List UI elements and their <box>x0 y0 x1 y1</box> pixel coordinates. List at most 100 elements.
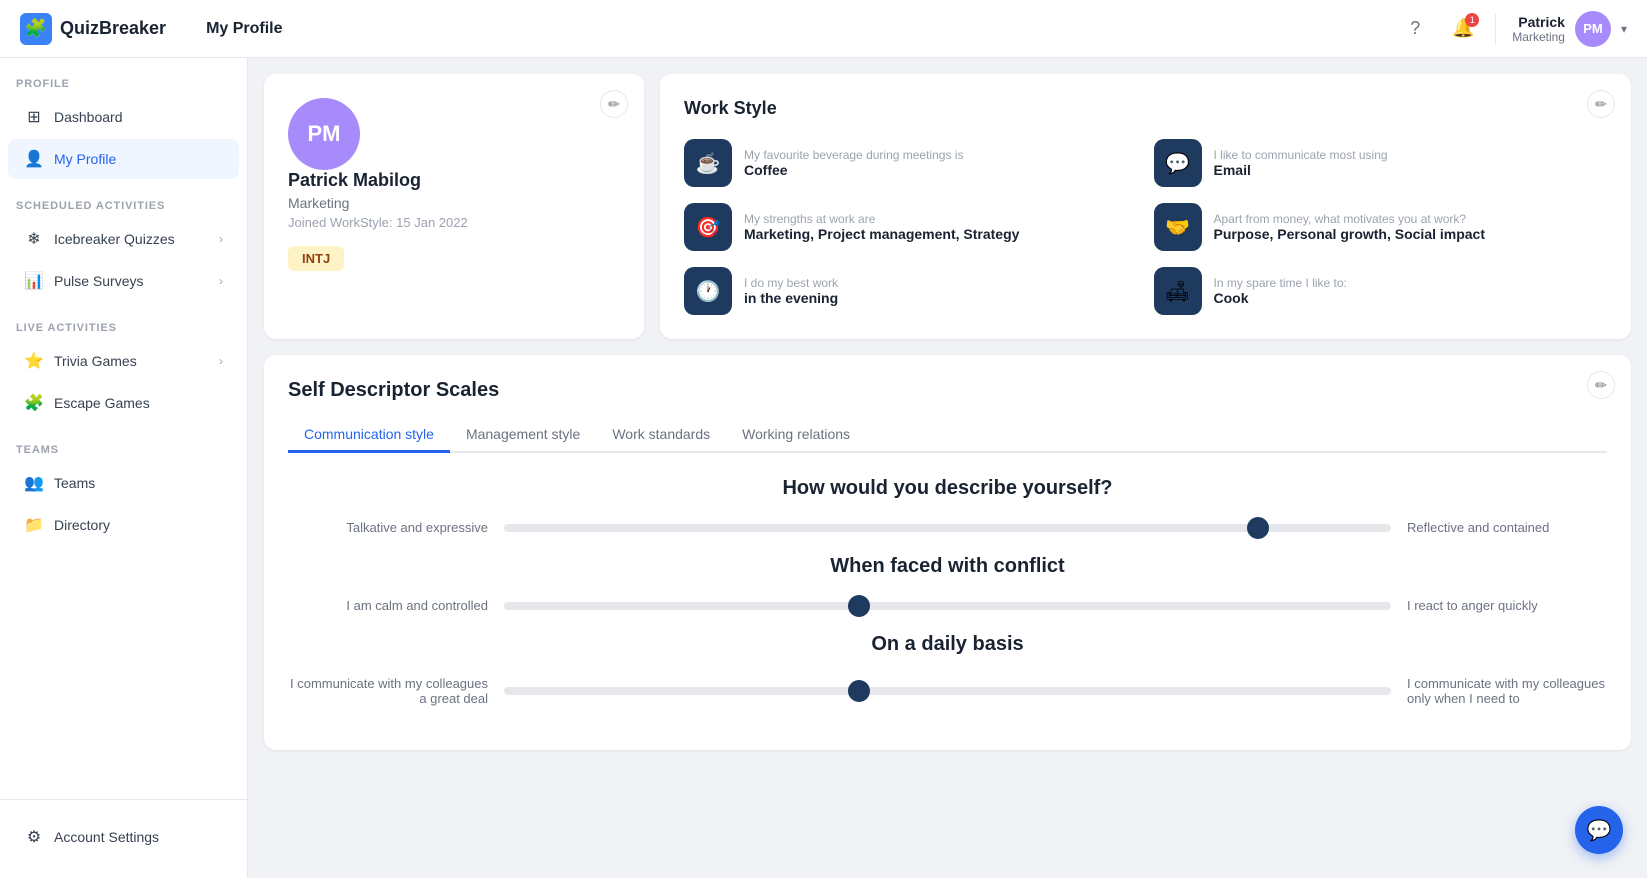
workstyle-grid: ☕ My favourite beverage during meetings … <box>684 139 1607 315</box>
sidebar-item-teams-label: Teams <box>54 475 95 491</box>
scale-right-label-1: I react to anger quickly <box>1407 598 1607 613</box>
workstyle-icon-4: 🕐 <box>684 267 732 315</box>
workstyle-label-4: I do my best work <box>744 276 838 290</box>
chevron-down-icon: ▾ <box>1621 22 1627 36</box>
scale-row-0: Talkative and expressive Reflective and … <box>288 520 1607 535</box>
sidebar-item-directory[interactable]: 📁 Directory <box>8 505 239 545</box>
profile-card: ✏ PM Patrick Mabilog Marketing Joined Wo… <box>264 74 644 339</box>
scale-track-1[interactable] <box>504 602 1391 610</box>
sidebar-item-teams[interactable]: 👥 Teams <box>8 463 239 503</box>
workstyle-icon-0: ☕ <box>684 139 732 187</box>
workstyle-value-4: in the evening <box>744 290 838 306</box>
profile-department: Marketing <box>288 195 620 211</box>
nav-divider <box>1495 14 1496 44</box>
notifications-button[interactable]: 🔔 1 <box>1447 13 1479 45</box>
user-dept: Marketing <box>1512 30 1565 44</box>
descriptor-card: ✏ Self Descriptor Scales Communication s… <box>264 355 1631 750</box>
profile-joined: Joined WorkStyle: 15 Jan 2022 <box>288 215 620 230</box>
dashboard-icon: ⊞ <box>24 107 44 127</box>
scale-row-1: I am calm and controlled I react to ange… <box>288 598 1607 613</box>
topnav-right: ? 🔔 1 Patrick Marketing PM ▾ <box>1399 11 1627 47</box>
sidebar-section-profile: PROFILE <box>0 58 247 96</box>
tab-management-style[interactable]: Management style <box>450 418 596 453</box>
scale-thumb-1[interactable] <box>848 595 870 617</box>
teams-icon: 👥 <box>24 473 44 493</box>
scale-row-2: I communicate with my colleagues a great… <box>288 676 1607 706</box>
sidebar-section-scheduled: SCHEDULED ACTIVITIES <box>0 180 247 218</box>
sidebar-item-escape-label: Escape Games <box>54 395 150 411</box>
directory-icon: 📁 <box>24 515 44 535</box>
workstyle-label-3: Apart from money, what motivates you at … <box>1214 212 1486 226</box>
sidebar-item-pulse[interactable]: 📊 Pulse Surveys › <box>8 261 239 301</box>
scale-track-0[interactable] <box>504 524 1391 532</box>
profile-avatar: PM <box>288 98 360 170</box>
tab-communication-style[interactable]: Communication style <box>288 418 450 453</box>
logo[interactable]: 🧩 QuizBreaker <box>20 13 166 45</box>
scale-thumb-0[interactable] <box>1247 517 1269 539</box>
workstyle-item-3: 🤝 Apart from money, what motivates you a… <box>1154 203 1608 251</box>
workstyle-item-0: ☕ My favourite beverage during meetings … <box>684 139 1138 187</box>
sidebar-item-directory-label: Directory <box>54 517 110 533</box>
chat-button[interactable]: 💬 <box>1575 806 1623 854</box>
sidebar-section-live: LIVE ACTIVITIES <box>0 302 247 340</box>
workstyle-label-2: My strengths at work are <box>744 212 1019 226</box>
sidebar-item-trivia-label: Trivia Games <box>54 353 137 369</box>
user-avatar: PM <box>1575 11 1611 47</box>
tab-work-standards[interactable]: Work standards <box>596 418 726 453</box>
workstyle-label-0: My favourite beverage during meetings is <box>744 148 963 162</box>
layout: PROFILE ⊞ Dashboard 👤 My Profile SCHEDUL… <box>0 58 1647 878</box>
workstyle-value-5: Cook <box>1214 290 1347 306</box>
workstyle-item-2: 🎯 My strengths at work are Marketing, Pr… <box>684 203 1138 251</box>
logo-text: QuizBreaker <box>60 18 166 39</box>
workstyle-title: Work Style <box>684 98 1607 119</box>
top-row: ✏ PM Patrick Mabilog Marketing Joined Wo… <box>264 74 1631 339</box>
workstyle-value-2: Marketing, Project management, Strategy <box>744 226 1019 242</box>
scale-thumb-2[interactable] <box>848 680 870 702</box>
workstyle-item-4: 🕐 I do my best work in the evening <box>684 267 1138 315</box>
workstyle-label-1: I like to communicate most using <box>1214 148 1388 162</box>
tab-working-relations[interactable]: Working relations <box>726 418 866 453</box>
workstyle-item-1: 💬 I like to communicate most using Email <box>1154 139 1608 187</box>
profile-name: Patrick Mabilog <box>288 170 620 191</box>
profile-edit-button[interactable]: ✏ <box>600 90 628 118</box>
sidebar-item-my-profile-label: My Profile <box>54 151 116 167</box>
sidebar-item-icebreaker-label: Icebreaker Quizzes <box>54 231 175 247</box>
sidebar-bottom: ⚙ Account Settings <box>0 799 247 858</box>
trivia-icon: ⭐ <box>24 351 44 371</box>
sidebar-item-account-label: Account Settings <box>54 829 159 845</box>
account-icon: ⚙ <box>24 827 44 847</box>
profile-icon: 👤 <box>24 149 44 169</box>
user-menu[interactable]: Patrick Marketing PM ▾ <box>1512 11 1627 47</box>
descriptor-tabs: Communication style Management style Wor… <box>288 418 1607 453</box>
workstyle-edit-button[interactable]: ✏ <box>1587 90 1615 118</box>
scale-left-label-2: I communicate with my colleagues a great… <box>288 676 488 706</box>
workstyle-value-1: Email <box>1214 162 1388 178</box>
sidebar-item-my-profile[interactable]: 👤 My Profile <box>8 139 239 179</box>
pulse-chevron-icon: › <box>219 274 223 288</box>
sidebar-item-trivia[interactable]: ⭐ Trivia Games › <box>8 341 239 381</box>
escape-icon: 🧩 <box>24 393 44 413</box>
sidebar-item-escape[interactable]: 🧩 Escape Games <box>8 383 239 423</box>
sidebar-item-account[interactable]: ⚙ Account Settings <box>8 817 239 857</box>
workstyle-item-5: 🛋 In my spare time I like to: Cook <box>1154 267 1608 315</box>
sidebar-item-icebreaker[interactable]: ❄ Icebreaker Quizzes › <box>8 219 239 259</box>
scale-left-label-0: Talkative and expressive <box>288 520 488 535</box>
workstyle-icon-1: 💬 <box>1154 139 1202 187</box>
sidebar-item-dashboard-label: Dashboard <box>54 109 123 125</box>
trivia-chevron-icon: › <box>219 354 223 368</box>
scale-track-2[interactable] <box>504 687 1391 695</box>
workstyle-icon-3: 🤝 <box>1154 203 1202 251</box>
scale-right-label-2: I communicate with my colleagues only wh… <box>1407 676 1607 706</box>
pulse-icon: 📊 <box>24 271 44 291</box>
sidebar-section-teams: TEAMS <box>0 424 247 462</box>
topnav: 🧩 QuizBreaker My Profile ? 🔔 1 Patrick M… <box>0 0 1647 58</box>
workstyle-value-0: Coffee <box>744 162 963 178</box>
page-title: My Profile <box>206 20 282 38</box>
workstyle-value-3: Purpose, Personal growth, Social impact <box>1214 226 1486 242</box>
descriptor-edit-button[interactable]: ✏ <box>1587 371 1615 399</box>
scale-left-label-1: I am calm and controlled <box>288 598 488 613</box>
help-button[interactable]: ? <box>1399 13 1431 45</box>
scale-right-label-0: Reflective and contained <box>1407 520 1607 535</box>
workstyle-label-5: In my spare time I like to: <box>1214 276 1347 290</box>
sidebar-item-dashboard[interactable]: ⊞ Dashboard <box>8 97 239 137</box>
